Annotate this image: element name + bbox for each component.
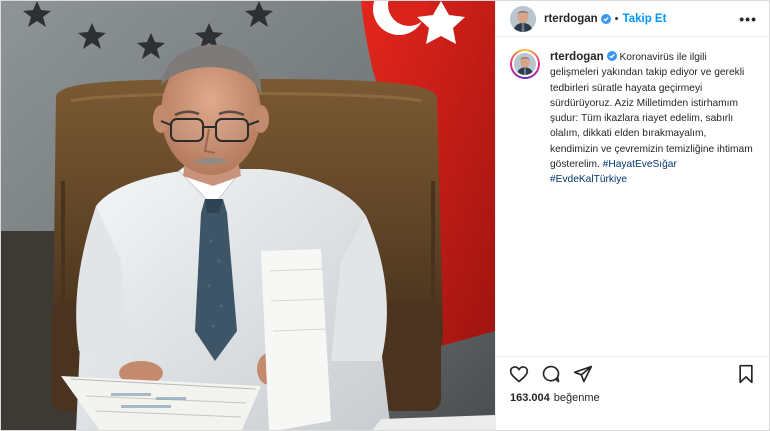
hashtag-link[interactable]: #HayatEveSığar xyxy=(603,159,677,170)
post-header: rterdogan • Takip Et ••• xyxy=(496,1,769,37)
caption-avatar[interactable] xyxy=(510,49,540,79)
likes-count[interactable]: 163.004 beğenme xyxy=(496,390,769,430)
hashtag-link[interactable]: #EvdeKalTürkiye xyxy=(550,174,627,185)
action-bar xyxy=(496,356,769,390)
more-options-icon[interactable]: ••• xyxy=(739,12,757,26)
caption-area: rterdogan Koronavirüs ile ilgili gelişme… xyxy=(496,37,769,356)
verified-badge-icon xyxy=(600,13,611,24)
likes-number: 163.004 xyxy=(510,392,550,404)
profile-avatar[interactable] xyxy=(510,5,536,32)
share-icon[interactable] xyxy=(572,363,594,385)
post-photo[interactable] xyxy=(1,1,495,430)
likes-label: beğenme xyxy=(553,392,600,404)
post-side-panel: rterdogan • Takip Et ••• rterdogan Koron… xyxy=(495,1,769,430)
photo-illustration xyxy=(1,1,495,430)
bookmark-icon[interactable] xyxy=(735,363,757,385)
heart-icon[interactable] xyxy=(508,363,530,385)
header-separator: • xyxy=(614,12,619,25)
caption-verified-badge-icon xyxy=(606,51,617,61)
follow-button[interactable]: Takip Et xyxy=(623,13,667,25)
comment-icon[interactable] xyxy=(540,363,562,385)
post-caption: rterdogan Koronavirüs ile ilgili gelişme… xyxy=(550,50,755,188)
header-username[interactable]: rterdogan xyxy=(544,13,598,25)
caption-avatar-image xyxy=(514,53,536,75)
avatar-image xyxy=(510,5,536,32)
caption-username[interactable]: rterdogan xyxy=(550,51,604,63)
caption-text: Koronavirüs ile ilgili gelişmeleri yakın… xyxy=(550,52,753,171)
instagram-post: rterdogan • Takip Et ••• rterdogan Koron… xyxy=(0,0,770,431)
